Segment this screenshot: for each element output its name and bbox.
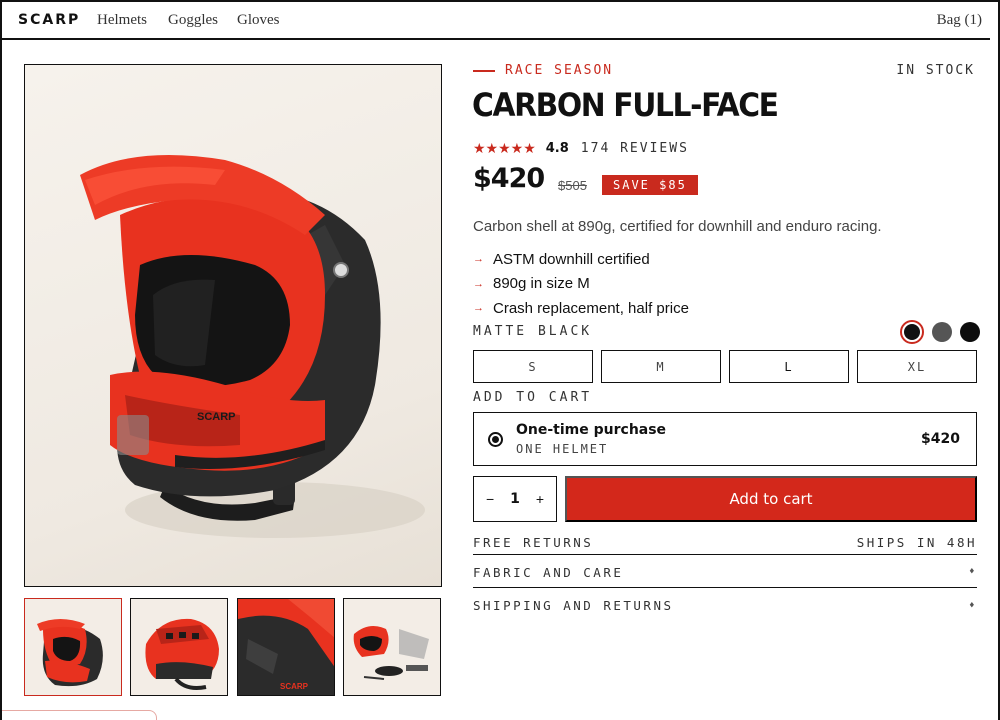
helmet-illustration: SCARP — [80, 155, 425, 538]
quantity-decrease-button[interactable]: − — [486, 491, 494, 507]
accordion-shipping-returns[interactable]: SHIPPING AND RETURNS ♦ — [473, 590, 977, 621]
expand-icon: ♦ — [969, 567, 977, 577]
top-nav: SCARP Helmets Goggles Gloves Bag (1) — [2, 2, 990, 40]
arrow-right-icon: → — [473, 277, 484, 290]
shipping-summary-row: FREE RETURNS SHIPS IN 48H — [473, 531, 977, 555]
arrow-right-icon: → — [473, 253, 484, 266]
star-rating-icon: ★★★★★ — [473, 140, 536, 156]
accordion-label: SHIPPING AND RETURNS — [473, 598, 674, 613]
brand-logo[interactable]: SCARP — [18, 12, 80, 28]
feature-list: → ASTM downhill certified → 890g in size M… — [473, 247, 689, 321]
arrow-right-icon: → — [473, 302, 484, 315]
add-to-cart-label: ADD TO CART — [473, 390, 593, 405]
thumbnail-3[interactable]: SCARP — [237, 598, 335, 696]
radio-selected-icon[interactable] — [488, 432, 503, 447]
add-to-cart-button[interactable]: Add to cart — [565, 476, 977, 522]
quantity-increase-button[interactable]: + — [536, 491, 544, 507]
product-price: $420 — [473, 163, 545, 194]
thumbnail-4[interactable] — [343, 598, 441, 696]
thumbnail-1[interactable] — [24, 598, 122, 696]
accordion-label: FABRIC AND CARE — [473, 564, 624, 580]
main-product-image[interactable]: SCARP — [24, 64, 442, 587]
feature-item: → ASTM downhill certified — [473, 247, 689, 272]
feature-item: → 890g in size M — [473, 272, 689, 297]
nav-link-helmets[interactable]: Helmets — [97, 12, 147, 29]
size-button-s[interactable]: S — [473, 350, 593, 383]
free-returns-text: FREE RETURNS — [473, 535, 594, 550]
save-badge: SAVE $85 — [602, 175, 698, 195]
scroll-indicator — [2, 710, 157, 720]
thumbnail-2[interactable] — [130, 598, 228, 696]
product-title: CARBON FULL-FACE — [472, 86, 779, 124]
swatch-black[interactable] — [960, 322, 980, 342]
feature-text: 890g in size M — [493, 275, 590, 293]
purchase-option-subtitle: ONE HELMET — [516, 442, 609, 456]
feature-text: ASTM downhill certified — [493, 250, 650, 268]
reviews-link[interactable]: 174 REVIEWS — [581, 141, 689, 156]
expand-icon: ♦ — [969, 600, 977, 611]
purchase-option-price: $420 — [921, 431, 960, 447]
quantity-stepper: − 1 + — [473, 476, 557, 522]
size-button-xl[interactable]: XL — [857, 350, 977, 383]
purchase-option-one-time[interactable]: One-time purchase ONE HELMET $420 — [473, 412, 977, 466]
original-price: $505 — [558, 178, 587, 193]
svg-text:SCARP: SCARP — [280, 682, 309, 691]
color-label: MATTE BLACK — [473, 324, 593, 339]
quantity-value[interactable]: 1 — [510, 491, 520, 507]
size-button-m[interactable]: M — [601, 350, 721, 383]
feature-item: → Crash replacement, half price — [473, 296, 689, 321]
eyebrow-rule — [473, 69, 495, 72]
purchase-option-title: One-time purchase — [516, 422, 667, 438]
thumbnail-carbon-detail: SCARP — [238, 599, 334, 695]
rating-row: ★★★★★ 4.8 174 REVIEWS — [473, 140, 689, 157]
product-description: Carbon shell at 890g, certified for down… — [473, 218, 882, 235]
size-button-l[interactable]: L — [729, 350, 849, 383]
collection-eyebrow: RACE SEASON — [473, 63, 613, 78]
size-selector: S M L XL — [473, 350, 977, 383]
color-swatches — [900, 320, 980, 344]
thumbnail-helmet-side — [145, 618, 219, 690]
bag-link[interactable]: Bag (1) — [937, 12, 982, 29]
feature-text: Crash replacement, half price — [493, 299, 689, 317]
nav-link-gloves[interactable]: Gloves — [237, 12, 280, 29]
ships-in-text: SHIPS IN 48H — [856, 535, 977, 550]
rating-value: 4.8 — [545, 141, 569, 156]
svg-text:SCARP: SCARP — [197, 411, 236, 423]
nav-link-goggles[interactable]: Goggles — [168, 12, 218, 29]
eyebrow-label: RACE SEASON — [505, 63, 614, 78]
thumbnail-helmet-front — [37, 619, 103, 687]
thumbnail-box-contents — [353, 625, 429, 680]
stock-status: IN STOCK — [896, 63, 975, 78]
swatch-matte-black[interactable] — [900, 320, 924, 344]
accordion-fabric-care[interactable]: FABRIC AND CARE ♦ — [473, 557, 977, 588]
swatch-grey[interactable] — [932, 322, 952, 342]
